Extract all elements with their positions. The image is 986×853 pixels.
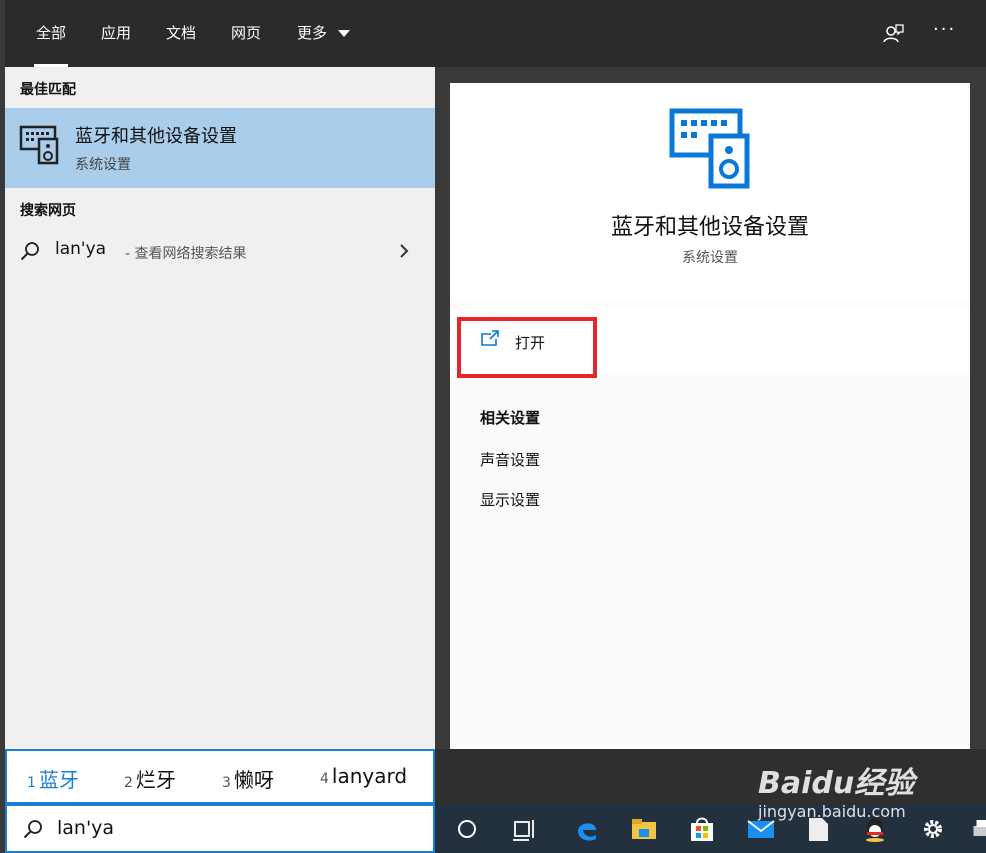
web-search-heading: 搜索网页 <box>20 203 76 219</box>
search-input[interactable]: lan'ya <box>5 804 435 853</box>
search-filter-bar: 全部 应用 文档 网页 更多 ··· <box>5 0 986 67</box>
more-options-icon[interactable]: ··· <box>933 19 957 43</box>
cortana-icon[interactable] <box>452 814 482 844</box>
best-match-subtitle: 系统设置 <box>75 157 131 173</box>
tab-documents-label: 文档 <box>166 24 197 42</box>
related-display-settings-link[interactable]: 显示设置 <box>480 489 540 510</box>
ime-candidate-bar: 1 蓝牙 2 烂牙 3 懒呀 4 lanyard <box>5 749 435 804</box>
devices-icon <box>669 108 750 189</box>
details-title: 蓝牙和其他设备设置 <box>610 215 809 240</box>
edge-icon[interactable] <box>572 814 602 844</box>
search-icon <box>20 242 39 261</box>
ime-candidate-3[interactable]: 3 懒呀 <box>222 764 274 793</box>
devices-icon <box>19 125 59 165</box>
ime-candidate-number: 3 <box>222 775 231 791</box>
web-search-query: lan'ya <box>55 239 107 259</box>
ime-candidate-text: 烂牙 <box>135 768 176 792</box>
ime-candidate-text: 蓝牙 <box>38 768 79 792</box>
results-pane: 最佳匹配 蓝牙和其他设备设置 系统设置 搜索网页 lan'ya - 查看网络搜索… <box>5 67 435 750</box>
tab-all[interactable]: 全部 <box>33 0 69 67</box>
tab-all-label: 全部 <box>36 24 67 42</box>
chevron-down-icon <box>337 29 350 37</box>
tab-web-label: 网页 <box>231 24 262 42</box>
ime-candidate-2[interactable]: 2 烂牙 <box>124 764 176 793</box>
web-search-result[interactable]: lan'ya - 查看网络搜索结果 <box>5 231 435 271</box>
best-match-item[interactable]: 蓝牙和其他设备设置 系统设置 <box>5 108 435 188</box>
web-search-hint: - 查看网络搜索结果 <box>125 246 247 262</box>
details-subtitle: 系统设置 <box>682 250 738 266</box>
store-icon[interactable] <box>687 814 717 844</box>
tab-web[interactable]: 网页 <box>231 0 261 67</box>
task-view-icon[interactable] <box>510 814 540 844</box>
tab-more-label: 更多 <box>297 24 328 42</box>
ime-candidate-4[interactable]: 4 lanyard <box>320 764 407 788</box>
ime-candidate-number: 1 <box>27 775 36 791</box>
ime-candidate-text: lanyard <box>331 764 408 788</box>
chevron-right-icon[interactable] <box>398 243 410 259</box>
best-match-title: 蓝牙和其他设备设置 <box>75 126 237 147</box>
best-match-heading: 最佳匹配 <box>20 82 76 98</box>
tab-apps[interactable]: 应用 <box>101 0 131 67</box>
ime-candidate-number: 4 <box>320 771 329 787</box>
feedback-icon[interactable] <box>881 22 905 46</box>
related-sound-settings-link[interactable]: 声音设置 <box>480 449 540 470</box>
search-input-value: lan'ya <box>57 817 115 839</box>
tab-more[interactable]: 更多 <box>297 0 350 67</box>
watermark-url: jingyan.baidu.com <box>758 802 906 821</box>
tab-documents[interactable]: 文档 <box>166 0 196 67</box>
details-pane: 蓝牙和其他设备设置 系统设置 打开 相关设置 声音设置 显示设置 <box>450 83 970 750</box>
tab-apps-label: 应用 <box>101 24 132 42</box>
details-card: 蓝牙和其他设备设置 系统设置 <box>450 83 970 303</box>
ime-candidate-text: 懒呀 <box>233 768 274 792</box>
file-explorer-icon[interactable] <box>629 814 659 844</box>
highlight-box <box>457 317 597 378</box>
baidu-watermark: Baidu经验 jingyan.baidu.com <box>758 750 978 830</box>
ime-candidate-1[interactable]: 1 蓝牙 <box>27 764 79 793</box>
ime-candidate-number: 2 <box>124 775 133 791</box>
related-settings-heading: 相关设置 <box>480 409 541 427</box>
watermark-text: Baidu经验 <box>758 766 915 801</box>
search-icon <box>23 820 42 839</box>
